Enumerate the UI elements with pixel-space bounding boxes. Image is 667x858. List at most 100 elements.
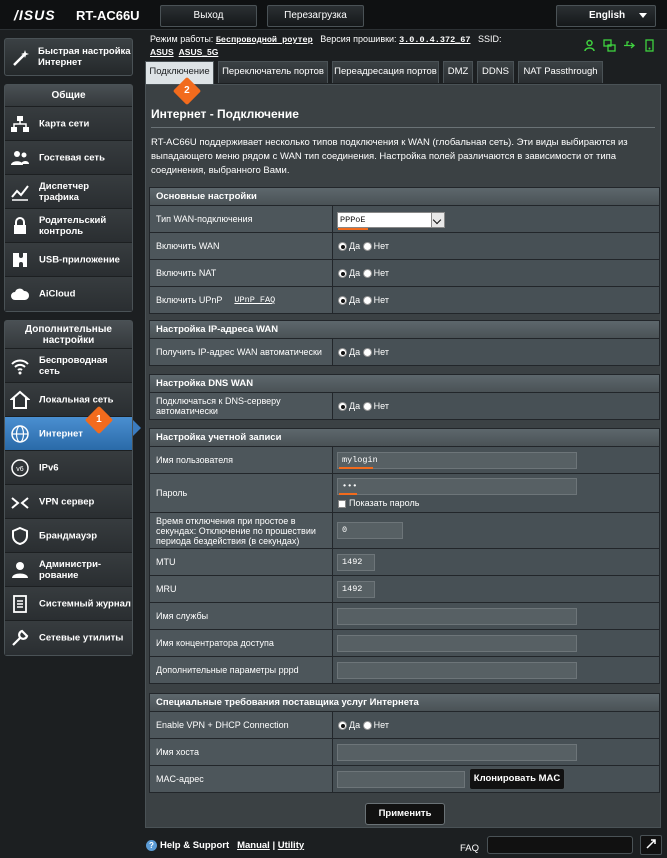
quick-internet-setup-button[interactable]: Быстрая настройка Интернет bbox=[4, 38, 133, 76]
user-icon[interactable] bbox=[583, 39, 596, 52]
section-account: Настройка учетной записи Имя пользовател… bbox=[149, 428, 660, 684]
sidebar-item-lan[interactable]: Локальная сеть bbox=[5, 383, 132, 417]
firmware-value[interactable]: 3.0.0.4.372_67 bbox=[399, 35, 470, 45]
utility-link[interactable]: Utility bbox=[278, 840, 304, 851]
show-password-checkbox[interactable] bbox=[338, 499, 346, 508]
section-dns-title: Настройка DNS WAN bbox=[150, 375, 659, 392]
row-pppd-options: Дополнительные параметры pppd bbox=[150, 656, 659, 683]
tab-port-switching[interactable]: Переключатель портов bbox=[218, 61, 328, 83]
mru-label: MRU bbox=[150, 576, 333, 602]
radio-yes-label: Да bbox=[349, 400, 361, 411]
footer-separator: | bbox=[272, 840, 276, 851]
tab-ddns[interactable]: DDNS bbox=[477, 61, 514, 83]
sidebar-general-group: Общие Карта сети Гостевая сеть Диспетчер… bbox=[4, 84, 133, 312]
tab-port-forwarding[interactable]: Переадресация портов bbox=[332, 61, 439, 83]
logout-button[interactable]: Выход bbox=[160, 5, 257, 27]
enable-nat-no-radio[interactable] bbox=[362, 269, 372, 279]
sidebar-item-network-map[interactable]: Карта сети bbox=[5, 107, 132, 141]
sidebar-item-usb-app[interactable]: USB-приложение bbox=[5, 243, 132, 277]
clone-mac-button[interactable]: Клонировать MAC bbox=[469, 768, 565, 790]
section-isp-title: Специальные требования поставщика услуг … bbox=[150, 694, 659, 711]
globe-icon bbox=[11, 425, 29, 443]
wifi-icon bbox=[11, 359, 29, 375]
enable-upnp-no-radio[interactable] bbox=[362, 296, 372, 306]
parental-control-icon bbox=[14, 217, 26, 234]
auto-dns-yes-radio[interactable] bbox=[338, 402, 347, 412]
sidebar-item-label: Локальная сеть bbox=[39, 394, 114, 405]
chevron-down-icon bbox=[431, 213, 444, 227]
sidebar-item-label: Сетевые утилиты bbox=[39, 632, 124, 644]
username-input[interactable]: mylogin bbox=[337, 452, 577, 469]
sidebar-item-guest-network[interactable]: Гостевая сеть bbox=[5, 141, 132, 175]
enable-wan-no-radio[interactable] bbox=[362, 242, 372, 252]
wireless-status-icon[interactable] bbox=[643, 39, 656, 52]
search-icon bbox=[646, 839, 656, 849]
apply-button[interactable]: Применить bbox=[365, 803, 445, 825]
reboot-button[interactable]: Перезагрузка bbox=[267, 5, 364, 27]
sidebar-item-administration[interactable]: Администри-рование bbox=[5, 553, 132, 587]
row-access-concentrator: Имя концентратора доступа bbox=[150, 629, 659, 656]
enable-nat-label: Включить NAT bbox=[150, 260, 333, 286]
service-name-input[interactable] bbox=[337, 608, 577, 625]
enable-wan-yes-radio[interactable] bbox=[338, 242, 347, 252]
pppd-options-input[interactable] bbox=[337, 662, 577, 679]
help-icon: ? bbox=[146, 840, 157, 851]
auto-ip-no-radio[interactable] bbox=[362, 348, 372, 358]
sidebar-item-firewall[interactable]: Брандмауэр bbox=[5, 519, 132, 553]
mode-value[interactable]: Беспроводной роутер bbox=[216, 35, 313, 45]
password-input[interactable]: ••• bbox=[337, 478, 577, 495]
vpn-icon bbox=[11, 497, 29, 509]
mru-input[interactable]: 1492 bbox=[337, 581, 375, 598]
row-enable-nat: Включить NAT Да Нет bbox=[150, 259, 659, 286]
mtu-input[interactable]: 1492 bbox=[337, 554, 375, 571]
mac-address-input[interactable] bbox=[337, 771, 465, 788]
mac-address-label: MAC-адрес bbox=[150, 766, 333, 792]
sidebar-item-system-log[interactable]: Системный журнал bbox=[5, 587, 132, 621]
asus-logo: /ISUS bbox=[14, 7, 56, 23]
idle-timeout-input[interactable]: 0 bbox=[337, 522, 403, 539]
ssid-label: SSID: bbox=[478, 34, 502, 44]
usb-status-icon[interactable] bbox=[623, 39, 636, 52]
radio-no-label: Нет bbox=[373, 346, 389, 357]
sidebar-item-wireless[interactable]: Беспроводная сеть bbox=[5, 349, 132, 383]
tab-nat-passthrough[interactable]: NAT Passthrough bbox=[518, 61, 603, 83]
enable-upnp-yes-radio[interactable] bbox=[338, 296, 347, 306]
faq-search-button[interactable] bbox=[640, 835, 662, 855]
main-panel: Интернет - Подключение RT-AC66U поддержи… bbox=[145, 84, 661, 828]
sidebar-item-parental-control[interactable]: Родительский контроль bbox=[5, 209, 132, 243]
sidebar-item-network-tools[interactable]: Сетевые утилиты bbox=[5, 621, 132, 655]
sidebar-item-internet[interactable]: Интернет bbox=[5, 417, 132, 451]
radio-no-label: Нет bbox=[373, 400, 389, 411]
row-mtu: MTU 1492 bbox=[150, 548, 659, 575]
wan-type-select[interactable]: PPPoE bbox=[337, 212, 445, 228]
row-idle-timeout: Время отключения при простое в секундах:… bbox=[150, 512, 659, 548]
section-dns: Настройка DNS WAN Подключаться к DNS-сер… bbox=[149, 374, 660, 420]
access-concentrator-input[interactable] bbox=[337, 635, 577, 652]
hostname-input[interactable] bbox=[337, 744, 577, 761]
mtu-label: MTU bbox=[150, 549, 333, 575]
sidebar-item-aicloud[interactable]: AiCloud bbox=[5, 277, 132, 311]
enable-nat-yes-radio[interactable] bbox=[338, 269, 347, 279]
sidebar-item-traffic-manager[interactable]: Диспетчер трафика bbox=[5, 175, 132, 209]
auto-ip-yes-radio[interactable] bbox=[338, 348, 347, 358]
language-select[interactable]: English bbox=[556, 5, 656, 27]
network-status-icon[interactable] bbox=[603, 39, 616, 52]
section-isp: Специальные требования поставщика услуг … bbox=[149, 693, 660, 793]
quick-setup-label: Быстрая настройка Интернет bbox=[38, 46, 131, 68]
sidebar-item-label: Интернет bbox=[39, 428, 83, 439]
vpn-dhcp-no-radio[interactable] bbox=[362, 721, 372, 731]
router-model: RT-AC66U bbox=[76, 8, 140, 23]
upnp-faq-link[interactable]: UPnP FAQ bbox=[234, 295, 275, 305]
auto-dns-label: Подключаться к DNS-серверу автоматически bbox=[150, 393, 333, 419]
tools-icon bbox=[12, 629, 29, 646]
sidebar-item-ipv6[interactable]: v6 IPv6 bbox=[5, 451, 132, 485]
tab-connection[interactable]: Подключение bbox=[145, 61, 214, 85]
auto-dns-no-radio[interactable] bbox=[362, 402, 372, 412]
vpn-dhcp-yes-radio[interactable] bbox=[338, 721, 347, 731]
tab-dmz[interactable]: DMZ bbox=[443, 61, 473, 83]
faq-search-input[interactable] bbox=[487, 836, 633, 854]
radio-no-label: Нет bbox=[373, 240, 389, 251]
manual-link[interactable]: Manual bbox=[237, 840, 270, 851]
radio-yes-label: Да bbox=[349, 719, 361, 730]
sidebar-item-vpn[interactable]: VPN сервер bbox=[5, 485, 132, 519]
